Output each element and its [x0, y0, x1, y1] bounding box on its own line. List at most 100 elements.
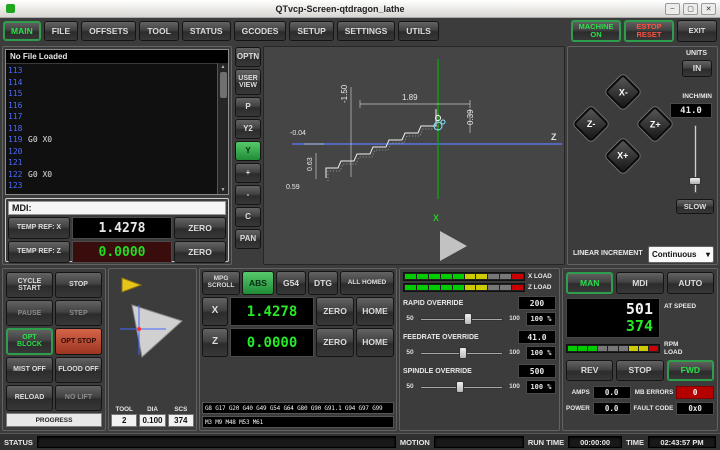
qtdragon-window: QTvcp-Screen-qtdragon_lathe – ▢ ✕ MAIN F… [0, 0, 720, 450]
temp-ref-z-button[interactable]: TEMP REF: Z [8, 241, 70, 263]
spindle-rev-button[interactable]: REV [566, 360, 613, 381]
manual-mode-button[interactable]: MAN [566, 272, 613, 294]
spindle-override-slider[interactable] [420, 380, 503, 394]
tab-utils[interactable]: UTILS [398, 21, 439, 41]
close-icon[interactable]: ✕ [701, 3, 716, 15]
tab-tool[interactable]: TOOL [139, 21, 178, 41]
spindle-fwd-button[interactable]: FWD [667, 360, 714, 381]
tab-gcodes[interactable]: GCODES [234, 21, 287, 41]
tab-file[interactable]: FILE [44, 21, 78, 41]
meter-segment [441, 274, 452, 279]
tab-status[interactable]: STATUS [182, 21, 231, 41]
zero-z-button[interactable]: ZERO [174, 241, 226, 263]
minimize-icon[interactable]: – [665, 3, 680, 15]
gcode-line: 113 [8, 65, 226, 77]
z-home-button[interactable]: HOME [356, 328, 394, 357]
pan-button[interactable]: PAN [235, 229, 261, 249]
x-home-button[interactable]: HOME [356, 297, 394, 326]
tool-scs-value: 374 [168, 414, 194, 427]
mpg-scroll-button[interactable]: MPG SCROLL [202, 271, 240, 295]
feed-override-slider[interactable] [420, 346, 503, 360]
mb-errors-label: MB ERRORS [634, 389, 674, 396]
all-homed-button[interactable]: ALL HOMED [340, 271, 394, 295]
z-zero-button[interactable]: ZERO [316, 328, 354, 357]
gcode-scrollbar[interactable]: ▲ ▼ [217, 63, 228, 194]
jog-x-plus-button[interactable]: X+ [605, 138, 642, 175]
zoom-out-button[interactable]: - [235, 185, 261, 205]
slider-handle[interactable] [689, 177, 701, 185]
dtg-button[interactable]: DTG [308, 271, 338, 295]
rapid-override-slider[interactable] [420, 312, 503, 326]
fault-code-label: FAULT CODE [634, 405, 674, 412]
no-lift-button[interactable]: NO LIFT [55, 385, 102, 411]
units-toggle-button[interactable]: IN [682, 60, 712, 77]
jog-z-minus-button[interactable]: Z- [573, 106, 610, 143]
jog-z-plus-button[interactable]: Z+ [637, 106, 674, 143]
estop-reset-button[interactable]: ESTOP RESET [624, 20, 674, 42]
scroll-down-icon[interactable]: ▼ [221, 187, 226, 193]
optional-block-button[interactable]: OPT BLOCK [6, 328, 53, 354]
x-zero-button[interactable]: ZERO [316, 297, 354, 326]
power-label: POWER [566, 405, 590, 412]
exit-button[interactable]: EXIT [677, 20, 717, 42]
temp-ref-x-button[interactable]: TEMP REF: X [8, 217, 70, 239]
machine-on-button[interactable]: MACHINE ON [571, 20, 621, 42]
spindle-percent-value: 100 % [526, 380, 556, 394]
zoom-in-button[interactable]: + [235, 163, 261, 183]
flood-button[interactable]: FLOOD OFF [55, 357, 102, 383]
optional-stop-button[interactable]: OPT STOP [55, 328, 102, 354]
program-stop-button[interactable]: STOP [55, 272, 102, 298]
zero-x-button[interactable]: ZERO [174, 217, 226, 239]
mdi-input[interactable]: MDI: [8, 201, 226, 215]
abs-button[interactable]: ABS [242, 271, 274, 295]
titlebar: QTvcp-Screen-qtdragon_lathe – ▢ ✕ [0, 0, 720, 18]
slider-handle[interactable] [459, 347, 467, 359]
mb-errors-value: 0 [676, 386, 714, 399]
status-label: STATUS [4, 438, 33, 447]
z-axis-button[interactable]: Z [202, 328, 228, 357]
gcode-lines[interactable]: 113114115116117118119G0 X0120121122G0 X0… [6, 64, 228, 193]
meter-segment [598, 346, 607, 351]
step-button[interactable]: STEP [55, 300, 102, 326]
user-view-button[interactable]: USER VIEW [235, 69, 261, 95]
x-axis-button[interactable]: X [202, 297, 228, 326]
gremlin-preview-canvas[interactable]: 1.89 0.39 -1.50 -0.04 0.63 0.59 Z X [264, 47, 564, 264]
auto-mode-button[interactable]: AUTO [667, 272, 714, 294]
linear-increment-select[interactable]: Continuous ▾ [648, 246, 714, 263]
mdi-mode-button[interactable]: MDI [616, 272, 663, 294]
meter-segment [476, 274, 487, 279]
rapid-percent-value: 100 % [526, 312, 556, 326]
spindle-stop-button[interactable]: STOP [616, 360, 663, 381]
slow-jog-button[interactable]: SLOW [676, 199, 714, 214]
linear-increment-label: LINEAR INCREMENT [573, 250, 643, 257]
slider-handle[interactable] [464, 313, 472, 325]
tab-offsets[interactable]: OFFSETS [81, 21, 136, 41]
jog-rate-slider[interactable] [689, 125, 701, 193]
view-options-button[interactable]: OPTN [235, 47, 261, 67]
slider-handle[interactable] [456, 381, 464, 393]
scroll-up-icon[interactable]: ▲ [221, 64, 226, 70]
clear-view-button[interactable]: C [235, 207, 261, 227]
gcode-line: 120 [8, 146, 226, 158]
jog-x-minus-button[interactable]: X- [605, 74, 642, 111]
mist-button[interactable]: MIST OFF [6, 357, 53, 383]
p-view-button[interactable]: P [235, 97, 261, 117]
rapid-max-label: 100 [506, 315, 523, 322]
reload-button[interactable]: RELOAD [6, 385, 53, 411]
pause-button[interactable]: PAUSE [6, 300, 53, 326]
slider-groove [420, 318, 503, 321]
meter-segment [512, 285, 523, 290]
chevron-down-icon: ▾ [706, 250, 710, 259]
g54-button[interactable]: G54 [276, 271, 306, 295]
tab-setup[interactable]: SETUP [289, 21, 333, 41]
tab-settings[interactable]: SETTINGS [337, 21, 396, 41]
meter-segment [568, 346, 577, 351]
cycle-start-button[interactable]: CYCLE START [6, 272, 53, 298]
tab-main[interactable]: MAIN [3, 21, 41, 41]
y2-view-button[interactable]: Y2 [235, 119, 261, 139]
maximize-icon[interactable]: ▢ [683, 3, 698, 15]
y-view-button[interactable]: Y [235, 141, 261, 161]
gcode-viewer[interactable]: No File Loaded 113114115116117118119G0 X… [5, 49, 229, 195]
scrollbar-thumb[interactable] [220, 72, 227, 98]
meter-segment [465, 285, 476, 290]
